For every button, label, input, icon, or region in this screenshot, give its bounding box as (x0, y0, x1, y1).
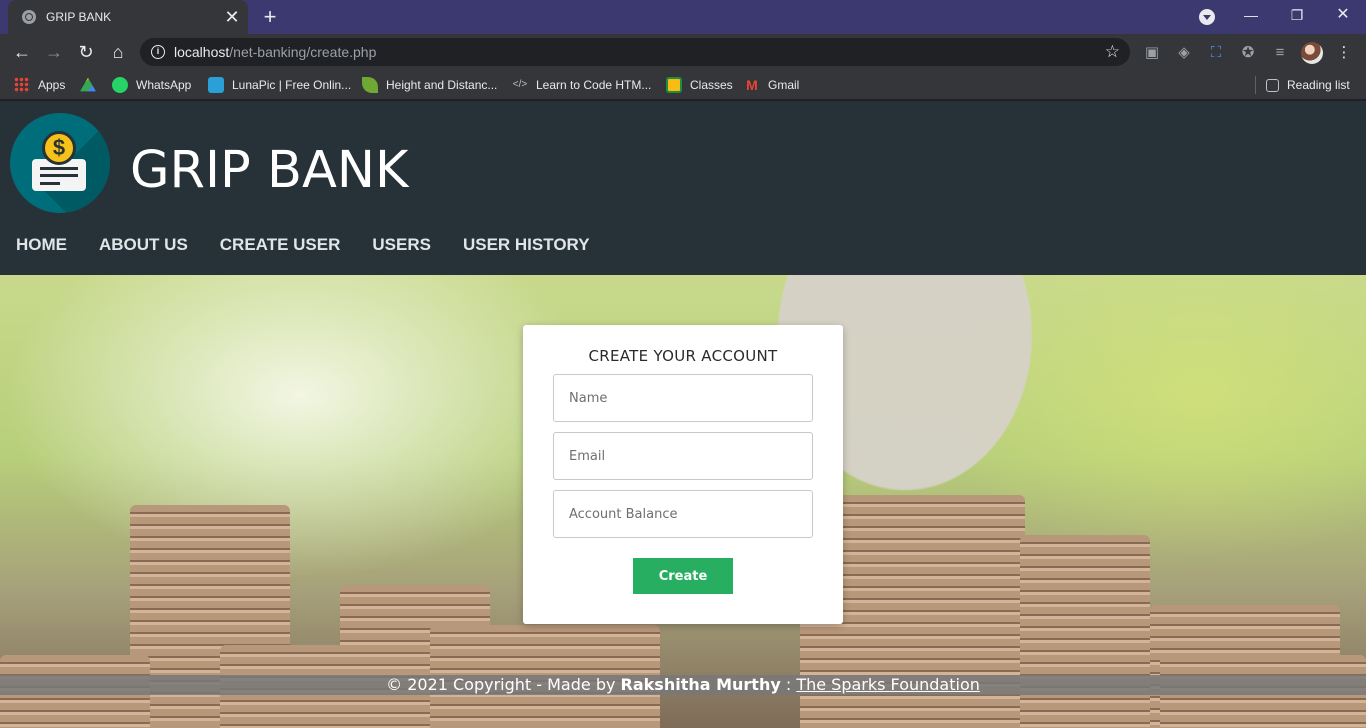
main-nav: HOME ABOUT US CREATE USER USERS USER HIS… (16, 235, 622, 255)
classroom-icon (666, 77, 682, 93)
nav-home[interactable]: HOME (16, 235, 67, 255)
bookmark-height-distance[interactable]: Height and Distanc... (362, 76, 497, 94)
new-tab-button[interactable]: + (258, 4, 282, 30)
bookmark-apps[interactable]: Apps (14, 76, 65, 94)
bookmarks-divider (1255, 76, 1256, 94)
forward-icon[interactable]: → (42, 40, 66, 64)
whatsapp-icon (112, 77, 128, 93)
hero-background: CREATE YOUR ACCOUNT Create (0, 275, 1366, 728)
code-icon: </> (512, 79, 528, 90)
reading-list-icon (1266, 78, 1279, 92)
nav-users[interactable]: USERS (372, 235, 431, 255)
puzzle-icon[interactable]: ✪ (1238, 43, 1258, 63)
create-account-form: CREATE YOUR ACCOUNT Create (523, 325, 843, 624)
site-header: $ GRIP BANK HOME ABOUT US CREATE USER US… (0, 101, 1366, 275)
bank-logo-icon: $ (10, 113, 110, 213)
extension-icon[interactable]: ▣ (1142, 43, 1162, 63)
tab-search-icon[interactable] (1199, 9, 1215, 25)
lunapic-icon (208, 77, 224, 93)
address-bar[interactable]: i localhost/net-banking/create.php ☆ (140, 38, 1130, 66)
bookmark-classes[interactable]: Classes (666, 76, 733, 94)
bookmark-lunapic[interactable]: LunaPic | Free Onlin... (208, 76, 351, 94)
reading-list-button[interactable]: Reading list (1266, 76, 1350, 94)
bookmark-whatsapp[interactable]: WhatsApp (112, 76, 191, 94)
google-drive-icon (80, 77, 96, 92)
nav-user-history[interactable]: USER HISTORY (463, 235, 590, 255)
crop-extension-icon[interactable]: ⛶ (1206, 43, 1226, 63)
footer-copyright: © 2021 Copyright - Made by (386, 675, 621, 694)
home-icon[interactable]: ⌂ (106, 40, 130, 64)
form-title: CREATE YOUR ACCOUNT (588, 347, 778, 365)
footer-author: Rakshitha Murthy (620, 675, 781, 694)
tab-title: GRIP BANK (46, 10, 112, 24)
leaf-icon (362, 77, 378, 93)
profile-avatar[interactable] (1301, 42, 1323, 64)
name-input[interactable] (553, 374, 813, 422)
apps-grid-icon (14, 77, 30, 93)
bookmark-gmail[interactable]: M Gmail (744, 76, 799, 94)
cube-extension-icon[interactable]: ◈ (1174, 43, 1194, 63)
reload-icon[interactable]: ↻ (74, 40, 98, 64)
info-icon[interactable]: i (151, 45, 165, 59)
site-footer: © 2021 Copyright - Made by Rakshitha Mur… (0, 675, 1366, 695)
close-window-icon[interactable]: ✕ (1320, 0, 1366, 30)
back-icon[interactable]: ← (10, 40, 34, 64)
create-button[interactable]: Create (633, 558, 733, 594)
web-page: $ GRIP BANK HOME ABOUT US CREATE USER US… (0, 101, 1366, 728)
bookmark-drive[interactable] (80, 76, 104, 94)
media-queue-icon[interactable]: ≡ (1270, 43, 1290, 63)
browser-tabstrip: GRIP BANK ✕ + — ❐ ✕ (0, 0, 1366, 34)
bookmark-learn-code[interactable]: </> Learn to Code HTM... (512, 76, 652, 94)
browser-tab[interactable]: GRIP BANK ✕ (8, 0, 248, 34)
dollar-coin-icon: $ (42, 131, 76, 165)
account-balance-input[interactable] (553, 490, 813, 538)
nav-about-us[interactable]: ABOUT US (99, 235, 188, 255)
footer-separator: : (780, 675, 797, 694)
email-input[interactable] (553, 432, 813, 480)
restore-icon[interactable]: ❐ (1274, 0, 1320, 30)
nav-create-user[interactable]: CREATE USER (220, 235, 341, 255)
coin-stack (1020, 535, 1150, 728)
close-tab-icon[interactable]: ✕ (222, 8, 242, 26)
site-brand: GRIP BANK (130, 141, 409, 200)
menu-dots-icon[interactable]: ⋮ (1334, 43, 1354, 63)
gmail-icon: M (746, 77, 758, 93)
minimize-icon[interactable]: — (1228, 0, 1274, 30)
url-text[interactable]: localhost/net-banking/create.php (174, 44, 376, 60)
bookmark-star-icon[interactable]: ☆ (1105, 42, 1120, 62)
footer-org-link[interactable]: The Sparks Foundation (796, 675, 980, 694)
globe-icon (22, 10, 36, 24)
